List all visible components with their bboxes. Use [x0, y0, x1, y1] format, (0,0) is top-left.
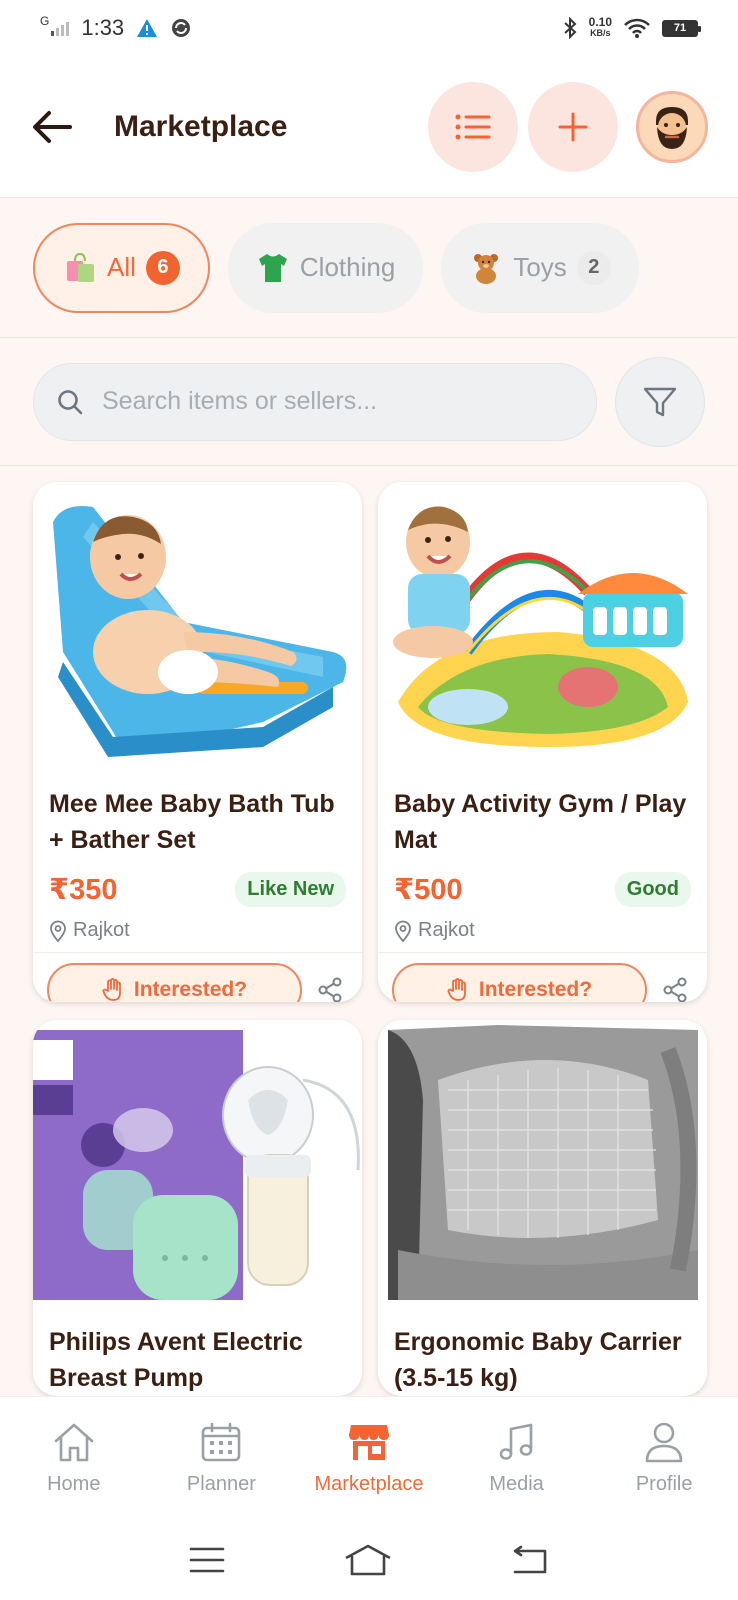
nav-label: Media [489, 1473, 544, 1495]
category-label: Clothing [299, 252, 396, 282]
hand-icon [102, 978, 121, 1001]
interested-button[interactable]: Interested? [47, 963, 302, 1002]
listing-card[interactable]: Baby Activity Gym / Play Mat ₹500 Good R… [378, 482, 707, 1002]
filter-button[interactable] [615, 356, 705, 447]
location-text: Rajkot [418, 919, 475, 941]
category-chip-clothing[interactable]: Clothing [227, 222, 424, 313]
category-count-badge: 2 [576, 250, 611, 285]
condition-badge: Good [614, 872, 691, 907]
list-view-button[interactable] [428, 81, 518, 172]
category-label: All [107, 252, 136, 282]
nav-label: Marketplace [314, 1473, 424, 1495]
avatar[interactable] [636, 90, 708, 163]
share-icon [663, 977, 687, 1002]
category-filter-bar: All 6 Clothing Toys 2 [0, 198, 738, 338]
nav-home[interactable]: Home [0, 1397, 148, 1520]
breast-pump-image [33, 1030, 360, 1300]
listing-image [33, 482, 362, 772]
filter-icon [643, 387, 677, 416]
battery-level: 71 [673, 21, 687, 34]
category-label: Toys [513, 252, 567, 282]
nav-planner[interactable]: Planner [148, 1397, 296, 1520]
calendar-icon [202, 1422, 241, 1462]
status-bar: G 1:33 0.10 KB/s 71 [0, 0, 738, 56]
app-header: Marketplace [0, 56, 738, 198]
system-back-icon[interactable] [511, 1545, 549, 1575]
list-icon [455, 114, 491, 139]
nav-label: Planner [186, 1473, 256, 1495]
page-title: Marketplace [114, 109, 288, 143]
listing-price: ₹500 [394, 874, 463, 906]
baby-bather-image [53, 506, 347, 757]
system-navigation-bar [0, 1520, 738, 1600]
speed-unit: KB/s [590, 28, 611, 38]
signal-icon: G [40, 14, 70, 36]
warning-icon [137, 19, 158, 37]
listing-image [378, 1020, 707, 1310]
store-icon [348, 1425, 389, 1460]
shopping-bag-icon [67, 252, 94, 282]
category-chip-all[interactable]: All 6 [33, 222, 210, 313]
search-bar[interactable] [33, 362, 597, 441]
system-home-icon[interactable] [344, 1544, 392, 1576]
wifi-icon [624, 18, 650, 38]
nav-marketplace[interactable]: Marketplace [295, 1397, 443, 1520]
share-button[interactable] [312, 977, 348, 1002]
sync-icon [172, 19, 191, 37]
listing-price: ₹350 [49, 874, 118, 906]
location-pin-icon [50, 920, 66, 942]
tshirt-icon [258, 253, 287, 282]
listing-location: Rajkot [394, 919, 691, 942]
nav-profile[interactable]: Profile [590, 1397, 738, 1520]
listing-image [33, 1020, 362, 1310]
listing-card[interactable]: Mee Mee Baby Bath Tub + Bather Set ₹350 … [33, 482, 362, 1002]
share-button[interactable] [657, 977, 693, 1002]
listing-title: Philips Avent Electric Breast Pump [49, 1328, 303, 1392]
back-button[interactable] [30, 105, 74, 149]
arrow-left-icon [33, 110, 72, 143]
condition-badge: Like New [235, 872, 346, 907]
search-icon [58, 389, 83, 414]
teddy-bear-icon [474, 253, 499, 284]
listing-title: Mee Mee Baby Bath Tub + Bather Set [49, 790, 335, 854]
menu-icon[interactable] [189, 1546, 225, 1574]
music-icon [499, 1423, 532, 1460]
listing-title: Ergonomic Baby Carrier (3.5-15 kg) [394, 1328, 682, 1392]
user-icon [645, 1422, 683, 1463]
home-icon [54, 1423, 94, 1462]
battery-icon: 71 [662, 19, 701, 37]
category-count-badge: 6 [145, 250, 180, 285]
nav-label: Home [47, 1473, 101, 1495]
listing-card[interactable]: Philips Avent Electric Breast Pump [33, 1020, 362, 1396]
bottom-navigation: Home Planner Marketplace Media Profile [0, 1396, 738, 1520]
baby-carrier-image [388, 1025, 698, 1300]
search-input[interactable] [102, 387, 562, 416]
interested-button[interactable]: Interested? [392, 963, 647, 1002]
listing-card[interactable]: Ergonomic Baby Carrier (3.5-15 kg) [378, 1020, 707, 1396]
activity-gym-image [393, 506, 688, 747]
bluetooth-icon [563, 17, 577, 39]
listing-image [378, 482, 707, 772]
network-type: G [40, 14, 50, 28]
speed-value: 0.10 [588, 15, 612, 29]
bearded-man-avatar-icon [656, 106, 688, 149]
location-pin-icon [395, 920, 411, 942]
location-text: Rajkot [73, 919, 130, 941]
add-listing-button[interactable] [528, 81, 618, 172]
listing-title: Baby Activity Gym / Play Mat [394, 790, 687, 854]
listings-grid: Mee Mee Baby Bath Tub + Bather Set ₹350 … [0, 466, 738, 1396]
network-speed: 0.10 KB/s [588, 15, 612, 39]
clock: 1:33 [81, 15, 125, 40]
search-row [0, 338, 738, 466]
nav-media[interactable]: Media [443, 1397, 591, 1520]
hand-icon [447, 978, 466, 1001]
interested-label: Interested? [133, 978, 248, 1001]
category-chip-toys[interactable]: Toys 2 [441, 222, 639, 313]
plus-icon [558, 112, 588, 141]
interested-label: Interested? [478, 978, 593, 1001]
nav-label: Profile [635, 1473, 693, 1495]
share-icon [318, 977, 342, 1002]
listing-location: Rajkot [49, 919, 346, 942]
